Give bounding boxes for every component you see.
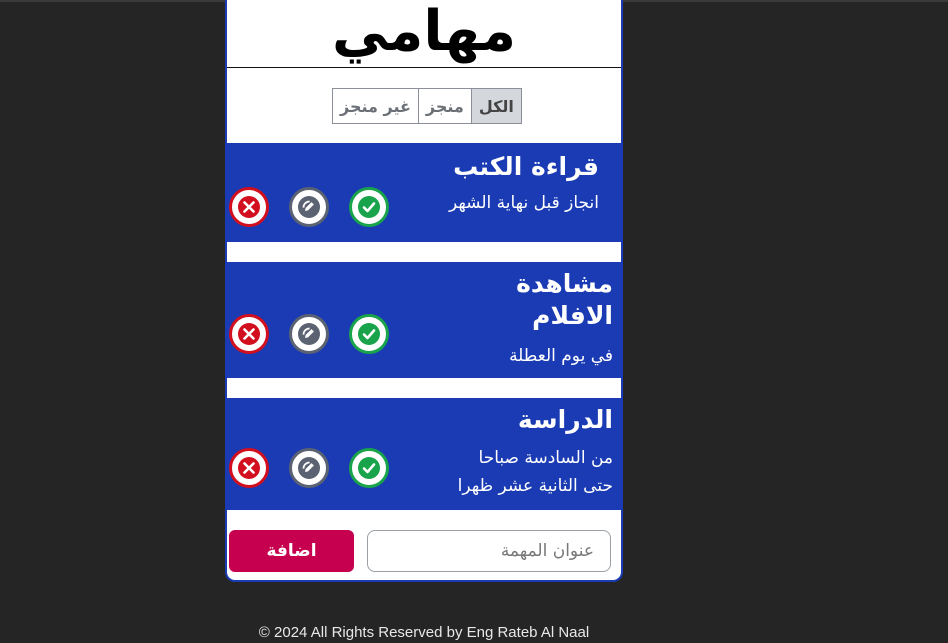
task-title-line: مشاهدة (516, 269, 613, 298)
check-circle-icon (358, 323, 380, 345)
footer-copyright: © 2024 All Rights Reserved by Eng Rateb … (258, 624, 590, 641)
pencil-circle-icon (298, 196, 320, 218)
x-circle-icon (238, 457, 260, 479)
complete-button[interactable] (349, 314, 389, 354)
check-circle-icon (358, 196, 380, 218)
edit-button[interactable] (289, 314, 329, 354)
edit-button[interactable] (289, 187, 329, 227)
complete-button[interactable] (349, 448, 389, 488)
pencil-circle-icon (298, 457, 320, 479)
complete-button[interactable] (349, 187, 389, 227)
task-text: قراءة الكتب انجاز قبل نهاية الشهر (449, 151, 599, 217)
todo-card: مهامي الكل منجز غير منجز قراءة الكتب انج… (225, 0, 623, 582)
page-title: مهامي (332, 0, 516, 64)
task-text: مشاهدة الافلام في يوم العطلة (509, 268, 613, 370)
task-item: مشاهدة الافلام في يوم العطلة (227, 262, 621, 378)
task-details-line: حتى الثانية عشر ظهرا (457, 476, 613, 496)
pencil-circle-icon (298, 323, 320, 345)
add-task-button[interactable]: اضافة (229, 530, 354, 572)
task-item: قراءة الكتب انجاز قبل نهاية الشهر (227, 143, 621, 242)
task-title-input[interactable] (367, 530, 611, 572)
edit-button[interactable] (289, 448, 329, 488)
task-details-line: من السادسة صباحا (478, 448, 613, 468)
task-title: قراءة الكتب (453, 152, 599, 181)
task-details: انجاز قبل نهاية الشهر (448, 193, 599, 213)
header: مهامي (227, 0, 621, 68)
check-circle-icon (358, 457, 380, 479)
task-details: في يوم العطلة (509, 346, 613, 366)
task-title-line: الافلام (532, 301, 613, 330)
delete-button[interactable] (229, 448, 269, 488)
task-actions (229, 314, 389, 354)
filter-toggle-group: الكل منجز غير منجز (332, 88, 522, 124)
delete-button[interactable] (229, 314, 269, 354)
delete-button[interactable] (229, 187, 269, 227)
add-task-form: اضافة (227, 528, 621, 572)
x-circle-icon (238, 323, 260, 345)
x-circle-icon (238, 196, 260, 218)
filter-done-button[interactable]: منجز (417, 89, 471, 123)
task-text: الدراسة من السادسة صباحا حتى الثانية عشر… (458, 404, 613, 500)
task-actions (229, 187, 389, 227)
filter-all-button[interactable]: الكل (470, 89, 521, 123)
task-title: الدراسة (517, 405, 613, 434)
task-actions (229, 448, 389, 488)
filter-not-done-button[interactable]: غير منجز (333, 89, 418, 123)
task-item: الدراسة من السادسة صباحا حتى الثانية عشر… (227, 398, 621, 510)
